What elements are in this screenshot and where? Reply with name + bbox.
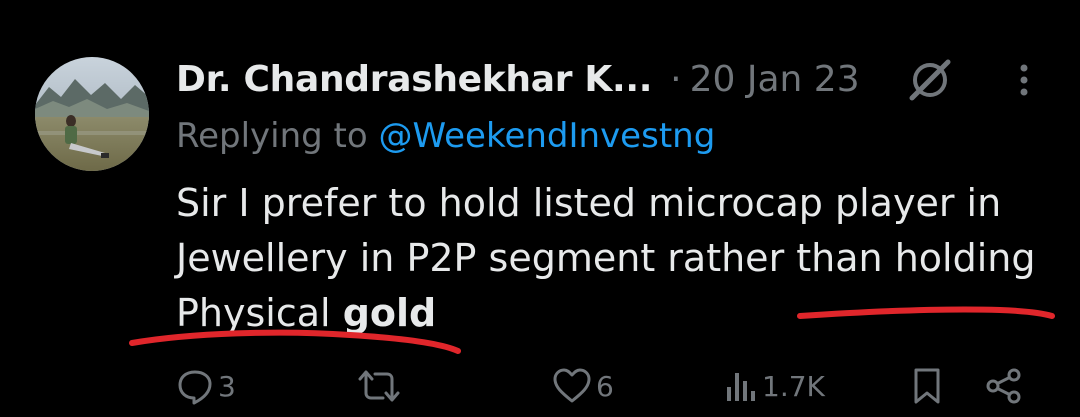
views-icon [727, 373, 755, 401]
share-icon [986, 368, 1021, 404]
reply-button[interactable]: 3 [176, 360, 236, 412]
like-count: 6 [596, 369, 614, 403]
grok-icon[interactable] [905, 55, 955, 105]
retweet-button[interactable] [356, 360, 406, 412]
reply-count: 3 [218, 369, 236, 403]
tweet-card[interactable]: Dr. Chandrashekhar K... · 20 Jan 23 Repl… [0, 0, 1080, 417]
avatar[interactable] [35, 57, 149, 171]
tweet-text-line: Sir I prefer to hold listed microcap pla… [176, 181, 1002, 225]
author-name[interactable]: Dr. Chandrashekhar K... [176, 59, 652, 100]
bookmark-icon [914, 368, 940, 404]
tweet-text-line: Physical gold [176, 286, 1066, 341]
reply-icon [178, 370, 212, 405]
tweet-header: Dr. Chandrashekhar K... · 20 Jan 23 [176, 50, 860, 108]
tweet-text: Sir I prefer to hold listed microcap pla… [176, 176, 1066, 341]
share-button[interactable] [984, 360, 1024, 412]
replying-to: Replying to @WeekendInvestng [176, 112, 715, 160]
tweet-text-line: Jewellery in P2P segment rather than hol… [176, 236, 1036, 280]
like-button[interactable]: 6 [552, 360, 614, 412]
bookmark-button[interactable] [912, 360, 942, 412]
tweet-separator: · [670, 58, 682, 100]
tweet-text-bold-word: gold [342, 291, 437, 335]
replying-prefix: Replying to [176, 116, 368, 156]
views-count: 1.7K [762, 369, 825, 403]
more-vertical-icon[interactable] [1004, 58, 1044, 102]
tweet-date[interactable]: 20 Jan 23 [690, 59, 860, 100]
replying-handle-link[interactable]: @WeekendInvestng [379, 116, 716, 156]
tweet-text-word: Physical [176, 291, 331, 335]
views-button[interactable]: 1.7K [724, 360, 825, 412]
tweet-actions: 3 6 1.7K [0, 360, 1080, 416]
heart-icon [553, 368, 591, 403]
avatar-photo [35, 57, 149, 171]
retweet-icon [358, 370, 400, 402]
